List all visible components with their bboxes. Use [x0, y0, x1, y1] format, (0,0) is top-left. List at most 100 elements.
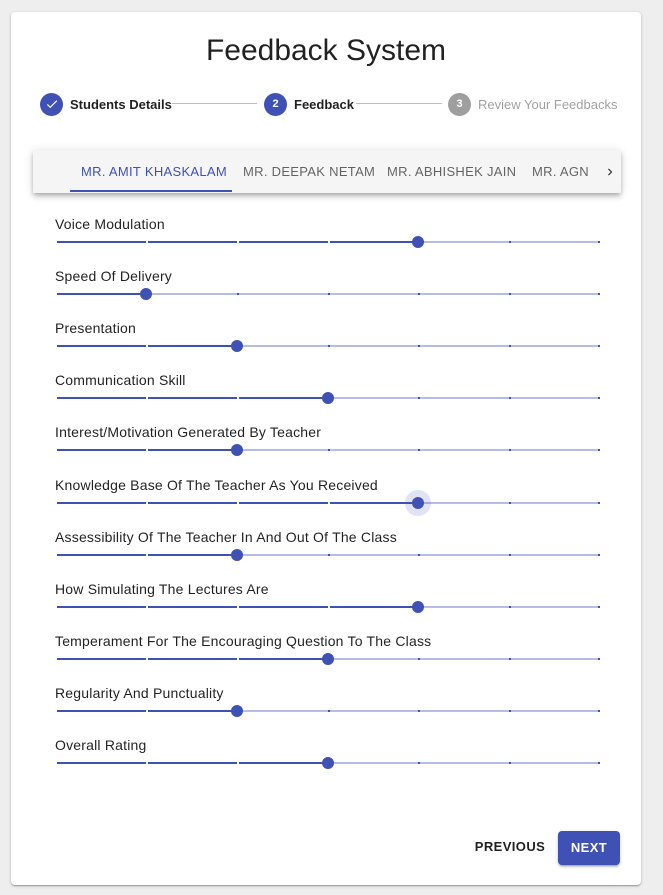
next-button[interactable]: NEXT: [558, 831, 620, 865]
slider-mark: [328, 449, 330, 451]
slider-mark: [146, 345, 148, 347]
criterion-label: Communication Skill: [55, 372, 186, 388]
criterion-slider: Regularity And Punctuality: [55, 685, 600, 725]
slider-mark: [55, 241, 57, 243]
slider-mark: [418, 293, 420, 295]
slider-thumb[interactable]: [412, 601, 424, 613]
criterion-slider: Knowledge Base Of The Teacher As You Rec…: [55, 477, 600, 517]
step-number: 2: [264, 92, 287, 116]
criterion-slider: Voice Modulation: [55, 216, 600, 256]
slider-mark: [146, 397, 148, 399]
slider-mark: [55, 762, 57, 764]
slider-mark: [146, 449, 148, 451]
step-label: Feedback: [294, 96, 354, 112]
slider-mark: [509, 293, 511, 295]
slider-mark: [328, 293, 330, 295]
criterion-slider: Speed Of Delivery: [55, 268, 600, 308]
step-label: Students Details: [70, 96, 172, 112]
slider-thumb[interactable]: [412, 497, 424, 509]
slider-mark: [509, 710, 511, 712]
slider-mark: [598, 293, 600, 295]
slider-mark: [146, 762, 148, 764]
slider-mark: [146, 606, 148, 608]
previous-button[interactable]: PREVIOUS: [473, 830, 547, 864]
step-students-details[interactable]: Students Details: [40, 92, 172, 116]
slider-thumb[interactable]: [322, 392, 334, 404]
slider-mark: [55, 345, 57, 347]
criterion-label: Temperament For The Encouraging Question…: [55, 633, 432, 649]
slider-mark: [55, 397, 57, 399]
slider-mark: [509, 606, 511, 608]
slider-mark: [598, 449, 600, 451]
slider-mark: [237, 606, 239, 608]
step-connector: [356, 103, 442, 104]
criterion-label: Assessibility Of The Teacher In And Out …: [55, 529, 397, 545]
chevron-right-icon[interactable]: [599, 150, 621, 193]
criterion-slider: Overall Rating: [55, 737, 600, 777]
slider-mark: [598, 606, 600, 608]
slider-track: [55, 762, 328, 764]
check-icon: [40, 92, 63, 116]
slider-track: [55, 658, 328, 660]
tab-deepak-netam[interactable]: MR. DEEPAK NETAM: [243, 150, 375, 193]
tab-abhishek-jain[interactable]: MR. ABHISHEK JAIN: [387, 150, 516, 193]
slider-mark: [146, 710, 148, 712]
slider-thumb[interactable]: [322, 653, 334, 665]
slider-thumb[interactable]: [231, 340, 243, 352]
step-feedback[interactable]: 2 Feedback: [264, 92, 354, 116]
criterion-label: Presentation: [55, 320, 137, 336]
slider-mark: [598, 502, 600, 504]
slider-thumb[interactable]: [412, 236, 424, 248]
tab-agn[interactable]: MR. AGN: [532, 150, 589, 193]
slider-mark: [55, 502, 57, 504]
criterion-slider: Temperament For The Encouraging Question…: [55, 633, 600, 673]
slider-track: [55, 293, 146, 295]
slider-mark: [328, 502, 330, 504]
slider-mark: [598, 762, 600, 764]
tab-amit-khaskalam[interactable]: MR. AMIT KHASKALAM: [81, 150, 227, 193]
slider-track: [55, 397, 328, 399]
page-title: Feedback System: [205, 34, 447, 67]
slider-mark: [418, 449, 420, 451]
step-review[interactable]: 3 Review Your Feedbacks: [448, 92, 617, 116]
slider-mark: [146, 241, 148, 243]
slider-mark: [418, 397, 420, 399]
criterion-label: Speed Of Delivery: [55, 268, 173, 284]
criterion-slider: Interest/Motivation Generated By Teacher: [55, 424, 600, 464]
slider-mark: [55, 658, 57, 660]
slider-mark: [598, 345, 600, 347]
slider-thumb[interactable]: [231, 444, 243, 456]
slider-mark: [328, 345, 330, 347]
slider-mark: [598, 241, 600, 243]
slider-mark: [418, 762, 420, 764]
slider-thumb[interactable]: [140, 288, 152, 300]
slider-mark: [509, 345, 511, 347]
slider-mark: [237, 658, 239, 660]
slider-mark: [328, 554, 330, 556]
slider-mark: [509, 397, 511, 399]
criterion-label: Regularity And Punctuality: [55, 685, 224, 701]
slider-mark: [418, 345, 420, 347]
slider-mark: [328, 710, 330, 712]
slider-mark: [509, 554, 511, 556]
slider-mark: [509, 762, 511, 764]
slider-mark: [55, 554, 57, 556]
slider-thumb[interactable]: [231, 705, 243, 717]
slider-mark: [55, 449, 57, 451]
criterion-label: Overall Rating: [55, 737, 147, 753]
step-number: 3: [448, 92, 471, 116]
criterion-label: Interest/Motivation Generated By Teacher: [55, 424, 322, 440]
slider-mark: [598, 710, 600, 712]
slider-mark: [598, 658, 600, 660]
criterion-slider: Communication Skill: [55, 372, 600, 412]
slider-thumb[interactable]: [322, 757, 334, 769]
step-connector: [172, 103, 257, 104]
slider-mark: [237, 241, 239, 243]
step-label: Review Your Feedbacks: [478, 96, 618, 112]
criterion-slider: How Simulating The Lectures Are: [55, 581, 600, 621]
slider-thumb[interactable]: [231, 549, 243, 561]
slider-mark: [509, 658, 511, 660]
slider-mark: [146, 658, 148, 660]
slider-mark: [509, 449, 511, 451]
feedback-card: Feedback System Students Details 2 Feedb…: [11, 12, 641, 885]
